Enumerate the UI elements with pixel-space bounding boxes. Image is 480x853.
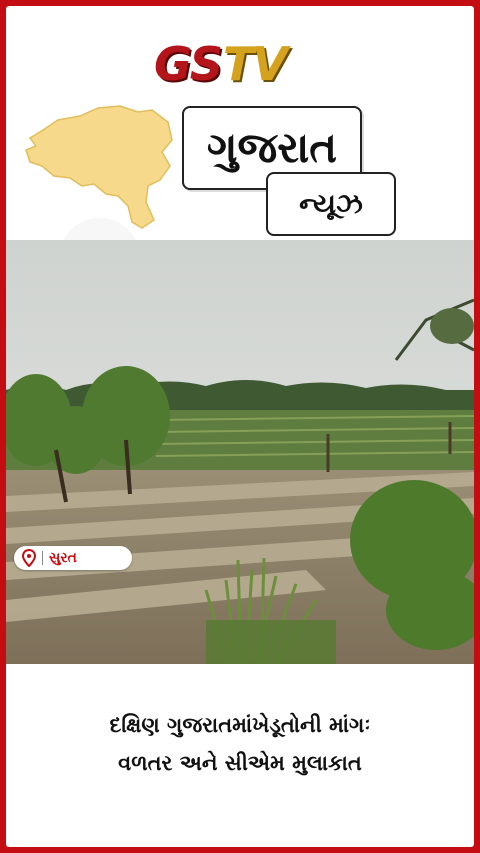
headline-line-2: વળતર અને સીએમ મુલાકાત <box>118 751 362 775</box>
subtitle-text: ન્યૂઝ <box>299 187 363 220</box>
subtitle-box: ન્યૂઝ <box>266 172 396 236</box>
logo-gs: GS <box>154 37 223 91</box>
gstv-logo: GS TV <box>154 37 288 91</box>
headline-line-1: દક્ષિણ ગુજરાતમાંખેડૂતોની માંગઃ <box>109 713 371 737</box>
headline: દક્ષિણ ગુજરાતમાંખેડૂતોની માંગઃ વળતર અને … <box>6 706 474 782</box>
location-label: સુરત <box>49 550 77 566</box>
location-separator <box>42 551 43 565</box>
location-pin-icon <box>22 549 36 567</box>
gujarat-map-icon <box>25 105 173 229</box>
logo-tv: TV <box>222 37 288 91</box>
title-text: ગુજરાત <box>206 123 338 172</box>
news-photo: સુરત <box>6 240 474 664</box>
location-tag: સુરત <box>14 546 132 570</box>
post-card: GS TV ગુજરાત ન્યૂઝ સુરત દક્ષિણ ગુજરાતમાં… <box>6 6 474 847</box>
flooded-farm-image <box>6 240 474 664</box>
